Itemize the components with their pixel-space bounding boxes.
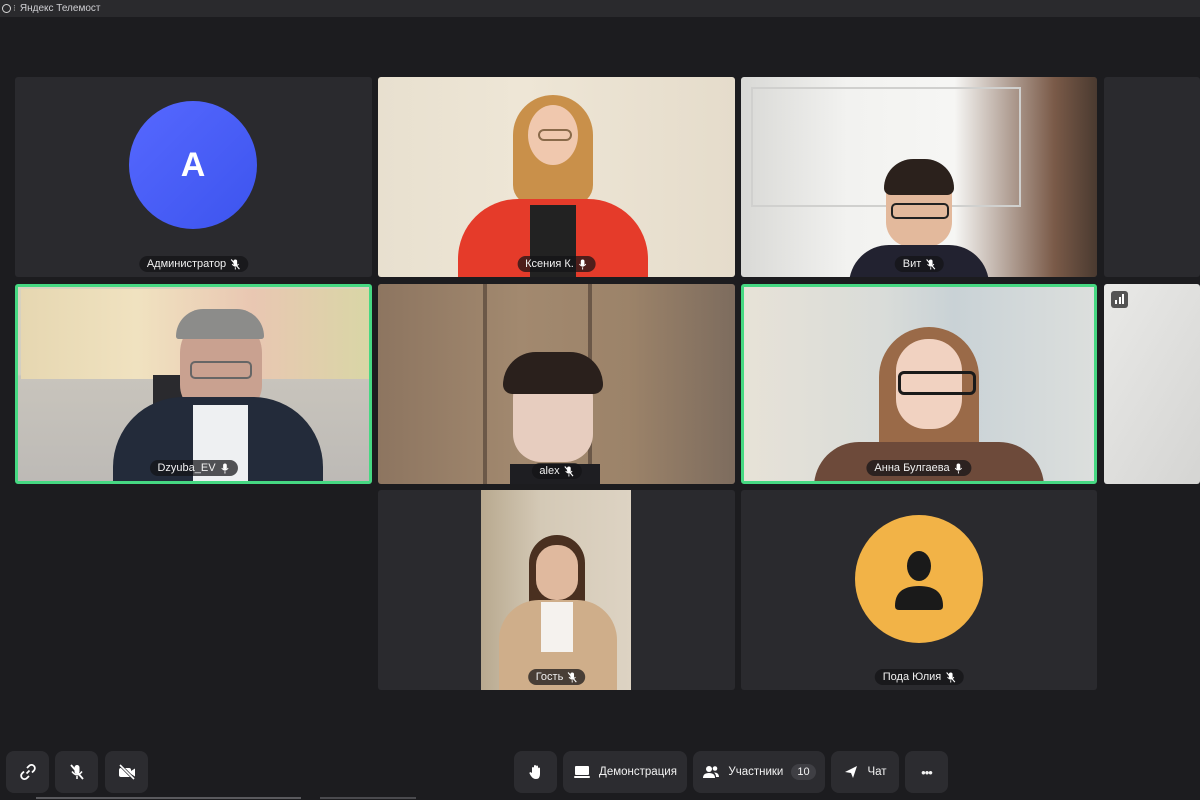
participant-name: Ксения К.: [525, 258, 574, 270]
participant-name: Гость: [535, 671, 564, 683]
mic-off-icon: [564, 465, 574, 477]
more-icon: •••: [921, 764, 933, 780]
participant-tile-vit[interactable]: Вит: [741, 77, 1097, 277]
participant-name-tag: alex: [531, 463, 582, 479]
bottom-divider: [36, 797, 301, 799]
window-title: Яндекс Телемост: [19, 3, 101, 14]
send-icon: [845, 766, 858, 778]
link-icon: [19, 764, 36, 780]
chat-label: Чат: [867, 766, 887, 778]
participant-name: alex: [539, 465, 560, 477]
participant-name-tag: Ксения К.: [517, 256, 596, 272]
participants-button[interactable]: Участники 10: [693, 751, 825, 793]
mic-off-icon: [579, 258, 587, 270]
participant-name-tag: Вит: [894, 256, 944, 272]
avatar: [855, 515, 983, 643]
person-hair: [176, 309, 264, 339]
participant-tile-anna[interactable]: Анна Булгаева: [741, 284, 1097, 484]
avatar: A: [129, 101, 257, 229]
mic-off-icon: [925, 258, 935, 270]
participant-name-tag: Администратор: [138, 256, 249, 272]
mic-off-icon: [230, 258, 240, 270]
raise-hand-button[interactable]: [514, 751, 557, 793]
bottom-divider: [320, 797, 416, 799]
screen-share-button[interactable]: Демонстрация: [563, 751, 687, 793]
screen-share-label: Демонстрация: [599, 766, 677, 778]
participant-tile-partial-1[interactable]: [1104, 77, 1200, 277]
user-icon: [895, 551, 943, 610]
participant-name-tag: Пода Юлия: [874, 669, 964, 685]
participant-tile-alex[interactable]: alex: [378, 284, 735, 484]
glasses: [891, 203, 949, 219]
avatar-initial: A: [180, 145, 206, 184]
glasses: [190, 361, 252, 379]
mic-off-icon: [69, 764, 84, 780]
signal-strength-icon: [1111, 291, 1128, 308]
participant-name: Пода Юлия: [882, 671, 942, 683]
glasses: [898, 371, 976, 395]
participant-tile-poda[interactable]: Пода Юлия: [741, 490, 1097, 690]
participant-tile-admin[interactable]: A Администратор: [15, 77, 372, 277]
participant-tile-ksenia[interactable]: Ксения К.: [378, 77, 735, 277]
cabinet-line: [483, 284, 487, 484]
participant-tile-dzyuba[interactable]: Dzyuba_EV: [15, 284, 372, 484]
mic-off-icon: [945, 671, 955, 683]
video-feed: [481, 490, 631, 690]
screen-share-icon: [574, 766, 591, 778]
participants-label: Участники: [728, 766, 784, 778]
copy-link-button[interactable]: [6, 751, 49, 793]
title-bar: ⁝ Яндекс Телемост: [0, 0, 1200, 17]
participant-tile-partial-2[interactable]: [1104, 284, 1200, 484]
participant-name-tag: Гость: [527, 669, 586, 685]
toggle-mic-button[interactable]: [55, 751, 98, 793]
raise-hand-icon: [528, 765, 540, 779]
menu-dots-icon[interactable]: ⁝: [13, 3, 16, 14]
participant-name: Вит: [902, 258, 922, 270]
participant-name: Анна Булгаева: [874, 462, 950, 474]
participant-name-tag: Анна Булгаева: [866, 460, 972, 476]
more-options-button[interactable]: •••: [905, 751, 948, 793]
mic-on-icon: [955, 462, 963, 474]
person-hair: [503, 352, 603, 394]
app-icon: [2, 4, 11, 13]
glasses: [538, 129, 572, 141]
participant-tile-guest[interactable]: Гость: [378, 490, 735, 690]
video-feed: [1104, 284, 1200, 484]
toggle-camera-button[interactable]: [105, 751, 148, 793]
participants-count-badge: 10: [791, 764, 816, 780]
chat-button[interactable]: Чат: [831, 751, 899, 793]
camera-off-icon: [118, 763, 135, 781]
mic-off-icon: [567, 671, 577, 683]
participant-name: Dzyuba_EV: [157, 462, 216, 474]
participant-name: Администратор: [146, 258, 227, 270]
participants-icon: [703, 766, 720, 778]
mic-on-icon: [220, 462, 229, 474]
participant-name-tag: Dzyuba_EV: [149, 460, 238, 476]
